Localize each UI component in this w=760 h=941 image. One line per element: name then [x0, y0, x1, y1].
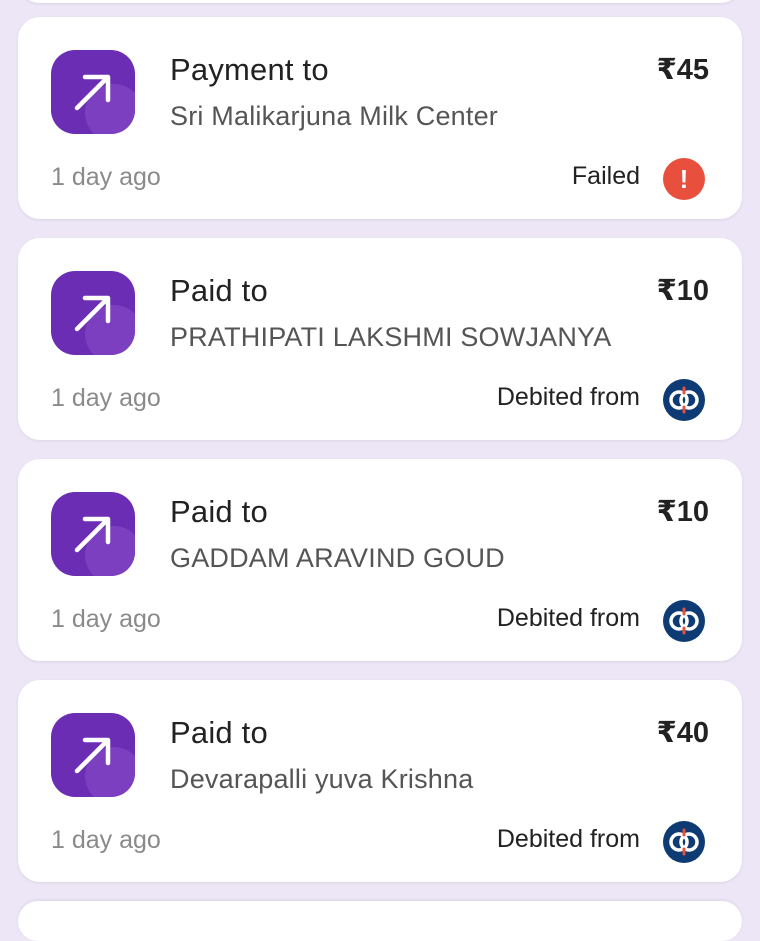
transaction-amount: ₹45: [656, 54, 709, 86]
transaction-status: Debited from: [496, 604, 640, 632]
sent-payment-arrow-icon: [51, 271, 135, 355]
transaction-list: Payment to Sri Malikarjuna Milk Center ₹…: [18, 17, 742, 901]
previous-card-edge[interactable]: [18, 0, 742, 3]
transaction-title: Paid to: [170, 273, 268, 308]
transaction-title: Paid to: [170, 715, 268, 750]
transaction-card[interactable]: Paid to PRATHIPATI LAKSHMI SOWJANYA ₹10 …: [18, 238, 742, 440]
sent-payment-arrow-icon: [51, 492, 135, 576]
transaction-status: Debited from: [496, 383, 640, 411]
sent-payment-arrow-icon: [51, 713, 135, 797]
transaction-card[interactable]: Payment to Sri Malikarjuna Milk Center ₹…: [18, 17, 742, 219]
payee-name: PRATHIPATI LAKSHMI SOWJANYA: [170, 322, 612, 352]
next-card-edge[interactable]: [18, 901, 742, 941]
transaction-time: 1 day ago: [51, 605, 161, 633]
transaction-status: Debited from: [496, 825, 640, 853]
transaction-amount: ₹10: [656, 496, 709, 528]
transaction-card[interactable]: Paid to GADDAM ARAVIND GOUD ₹10 1 day ag…: [18, 459, 742, 661]
transaction-time: 1 day ago: [51, 384, 161, 412]
payee-name: GADDAM ARAVIND GOUD: [170, 543, 505, 573]
transaction-amount: ₹10: [656, 275, 709, 307]
payee-name: Sri Malikarjuna Milk Center: [170, 101, 498, 131]
transaction-title: Paid to: [170, 494, 268, 529]
bank-logo-icon: [663, 600, 705, 642]
transaction-title: Payment to: [170, 52, 329, 87]
transaction-time: 1 day ago: [51, 163, 161, 191]
bank-logo-icon: [663, 821, 705, 863]
failed-alert-icon: !: [663, 158, 705, 200]
sent-payment-arrow-icon: [51, 50, 135, 134]
payee-name: Devarapalli yuva Krishna: [170, 764, 474, 794]
transaction-card[interactable]: Paid to Devarapalli yuva Krishna ₹40 1 d…: [18, 680, 742, 882]
transaction-status: Failed: [571, 162, 640, 190]
bank-logo-icon: [663, 379, 705, 421]
transaction-time: 1 day ago: [51, 826, 161, 854]
transaction-amount: ₹40: [656, 717, 709, 749]
